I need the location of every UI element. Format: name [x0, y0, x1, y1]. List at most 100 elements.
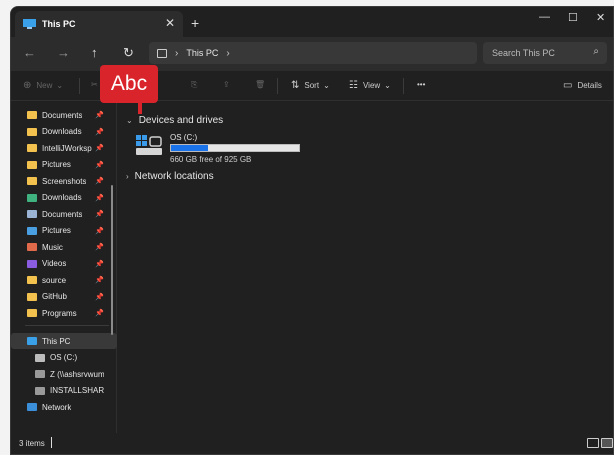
- chevron-right-icon[interactable]: ›: [226, 48, 229, 59]
- pin-icon[interactable]: 📌: [95, 293, 104, 301]
- sidebar-item[interactable]: Screenshots 📌: [11, 173, 117, 189]
- pin-icon[interactable]: 📌: [95, 161, 104, 169]
- sort-label: Sort: [304, 81, 320, 90]
- sidebar-item-label: This PC: [42, 336, 71, 346]
- plus-circle-icon: ⊕: [23, 80, 32, 91]
- view-label: View: [362, 81, 381, 90]
- drive-icon: [35, 353, 45, 362]
- sidebar-item[interactable]: Pictures 📌: [11, 223, 117, 239]
- sidebar-item[interactable]: OS (C:): [11, 350, 117, 366]
- sidebar-item-label: GitHub: [42, 292, 67, 301]
- video-icon: [27, 259, 37, 268]
- sidebar-item[interactable]: GitHub 📌: [11, 289, 117, 305]
- sidebar-item[interactable]: Pictures 📌: [11, 157, 117, 173]
- pin-icon[interactable]: 📌: [95, 227, 104, 235]
- sidebar-item[interactable]: source 📌: [11, 272, 117, 288]
- pin-icon[interactable]: 📌: [95, 177, 104, 185]
- folder-icon: [27, 276, 37, 284]
- drive-usage-fill: [171, 145, 209, 151]
- group-label: Network locations: [134, 171, 214, 182]
- sidebar-item[interactable]: Videos 📌: [11, 256, 117, 272]
- divider: [79, 78, 80, 94]
- sidebar-item[interactable]: Downloads 📌: [11, 190, 117, 206]
- chevron-right-icon[interactable]: ›: [175, 48, 178, 59]
- drive-usage-bar: [170, 144, 300, 152]
- sort-button[interactable]: ⇅ Sort ⌄: [291, 80, 330, 91]
- sidebar-item-label: Downloads: [42, 193, 82, 202]
- folder-icon: [27, 309, 37, 317]
- pin-icon[interactable]: 📌: [95, 243, 104, 251]
- tab-this-pc[interactable]: This PC ✕: [15, 11, 183, 37]
- sidebar-item-label: INSTALLSHARE: [50, 386, 104, 395]
- address-bar[interactable]: › This PC ›: [149, 42, 477, 64]
- close-tab-icon[interactable]: ✕: [165, 16, 175, 30]
- new-button[interactable]: ⊕ New ⌄: [23, 80, 63, 91]
- divider: [277, 78, 278, 94]
- maximize-icon[interactable]: ☐: [568, 11, 578, 24]
- sidebar-item-label: Programs: [42, 308, 77, 318]
- new-label: New: [36, 81, 53, 90]
- search-input[interactable]: Search This PC ⌕: [483, 42, 607, 64]
- refresh-icon[interactable]: ↻: [123, 45, 134, 61]
- picture-icon: [27, 226, 37, 235]
- pin-icon[interactable]: 📌: [95, 144, 104, 152]
- share-out-icon[interactable]: ⇪: [223, 80, 230, 89]
- pin-icon[interactable]: 📌: [95, 210, 104, 218]
- drive-name: OS (C:): [170, 133, 198, 142]
- group-devices-and-drives[interactable]: ⌄ Devices and drives: [126, 115, 223, 126]
- sidebar-item[interactable]: Downloads 📌: [11, 124, 117, 140]
- sidebar-item-label: Downloads: [42, 127, 82, 136]
- sidebar-item[interactable]: IntelliJWorksp 📌: [11, 140, 117, 156]
- file-explorer-window: This PC ✕ + — ☐ ✕ ← → ↑ ↻ › This PC › Se…: [10, 6, 614, 455]
- chevron-down-icon: ⌄: [56, 81, 64, 90]
- rename-badge-pointer: [138, 102, 142, 114]
- sidebar-scrollbar[interactable]: [111, 185, 113, 335]
- sidebar-item[interactable]: Programs 📌: [11, 305, 117, 321]
- sidebar-item[interactable]: This PC: [11, 333, 117, 349]
- close-window-icon[interactable]: ✕: [596, 11, 605, 24]
- chevron-right-icon[interactable]: ›: [126, 172, 129, 181]
- pin-icon[interactable]: 📌: [95, 111, 104, 119]
- minimize-icon[interactable]: —: [539, 11, 550, 23]
- sidebar-item-label: Screenshots: [42, 176, 87, 186]
- more-options-button[interactable]: •••: [417, 80, 425, 89]
- sidebar-item[interactable]: Z (\\ashsrvwum: [11, 366, 117, 382]
- sidebar-item[interactable]: INSTALLSHARE: [11, 383, 117, 399]
- tab-title: This PC: [42, 19, 76, 29]
- pin-icon[interactable]: 📌: [95, 194, 104, 202]
- sidebar-item[interactable]: Network: [11, 399, 117, 415]
- sidebar-item-label: source: [42, 275, 67, 285]
- drive-tile-os-c[interactable]: OS (C:) 660 GB free of 925 GB: [134, 131, 314, 165]
- chevron-down-icon: ⌄: [384, 81, 391, 90]
- pin-icon[interactable]: 📌: [95, 128, 104, 136]
- monitor-icon: [157, 48, 167, 58]
- divider: [25, 325, 109, 326]
- content-area: ⌄ Devices and drives OS (C:) 660 GB free…: [118, 101, 613, 433]
- folder-icon: [27, 160, 37, 169]
- pin-icon[interactable]: 📌: [95, 276, 104, 284]
- back-arrow-icon[interactable]: ←: [23, 45, 36, 60]
- breadcrumb-this-pc[interactable]: This PC: [186, 48, 218, 58]
- view-button[interactable]: ☷ View ⌄: [349, 80, 391, 91]
- tiles-view-toggle[interactable]: [601, 438, 613, 448]
- sidebar-item-label: Music: [42, 242, 63, 252]
- pin-icon[interactable]: 📌: [95, 309, 104, 317]
- drive-free-space: 660 GB free of 925 GB: [170, 155, 252, 164]
- pin-icon[interactable]: 📌: [95, 260, 104, 268]
- up-arrow-icon[interactable]: ↑: [91, 45, 98, 60]
- chevron-down-icon[interactable]: ⌄: [126, 116, 133, 125]
- delete-icon[interactable]: 🗑: [255, 80, 265, 89]
- sort-icon: ⇅: [291, 80, 300, 91]
- forward-arrow-icon[interactable]: →: [57, 45, 70, 60]
- cut-icon[interactable]: ✂: [91, 80, 98, 89]
- pc-icon: [23, 19, 36, 29]
- sidebar-item[interactable]: Documents 📌: [11, 206, 117, 222]
- folder-icon: [27, 127, 37, 136]
- sidebar-item[interactable]: Documents 📌: [11, 107, 117, 123]
- group-network-locations[interactable]: › Network locations: [126, 171, 214, 182]
- new-tab-icon[interactable]: +: [191, 15, 199, 31]
- details-view-toggle[interactable]: [587, 438, 599, 448]
- share-icon[interactable]: ⎘: [191, 80, 197, 90]
- sidebar-item[interactable]: Music 📌: [11, 239, 117, 255]
- details-button[interactable]: ▭ Details: [563, 80, 602, 91]
